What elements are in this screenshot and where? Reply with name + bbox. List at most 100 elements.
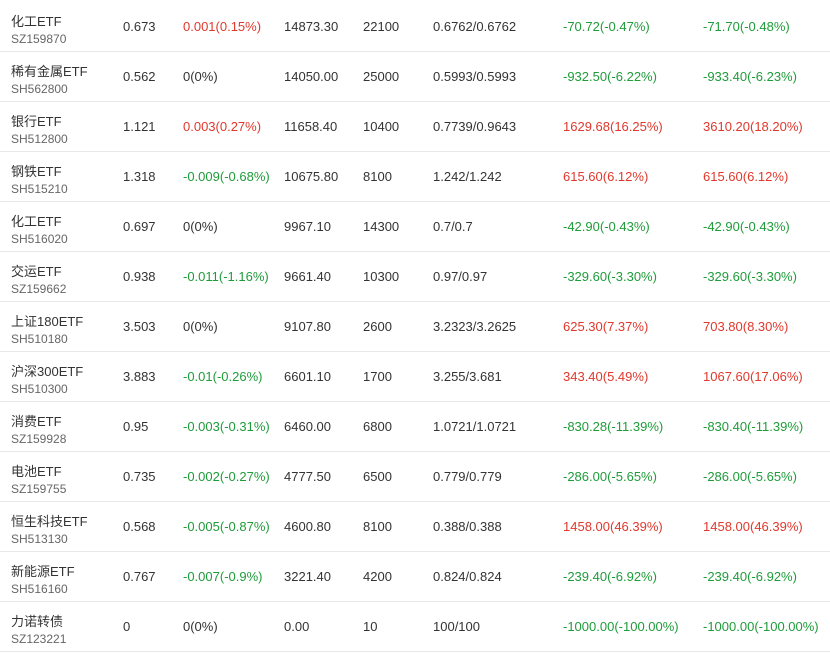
price-cell: 1.121 xyxy=(123,119,156,134)
table-row[interactable]: 钢铁ETF SH515210 1.318 -0.009(-0.68%) 10675.80… xyxy=(0,152,830,202)
table-row[interactable]: 恒生科技ETF SH513130 0.568 -0.005(-0.87%) 4600.8… xyxy=(0,502,830,552)
security-code: SH513130 xyxy=(11,532,68,546)
total-pnl-cell: -71.70(-0.48%) xyxy=(703,19,790,34)
position-pnl-cell: 1458.00(46.39%) xyxy=(563,519,663,534)
table-row[interactable]: 上证180ETF SH510180 3.503 0(0%) 9107.80 2600 3.2… xyxy=(0,302,830,352)
security-code: SH516160 xyxy=(11,582,68,596)
table-row[interactable]: 沪深300ETF SH510300 3.883 -0.01(-0.26%) 6601.1… xyxy=(0,352,830,402)
table-row[interactable]: 力诺转债 SZ123221 0 0(0%) 0.00 10 100/100 -1000.00(… xyxy=(0,602,830,652)
position-pnl-cell: -830.28(-11.39%) xyxy=(563,419,664,434)
cost-cell: 1.0721/1.0721 xyxy=(433,419,517,434)
security-name: 电池ETF xyxy=(11,464,62,479)
total-pnl-cell: -286.00(-5.65%) xyxy=(703,469,797,484)
security-code: SH515210 xyxy=(11,182,68,196)
security-code: SH510180 xyxy=(11,332,68,346)
table-row[interactable]: 稀有金属ETF SH562800 0.562 0(0%) 14050.00 25000 0.… xyxy=(0,52,830,102)
position-pnl-cell: -70.72(-0.47%) xyxy=(563,19,650,34)
price-cell: 0.938 xyxy=(123,269,156,284)
total-pnl-cell: -42.90(-0.43%) xyxy=(703,219,790,234)
quantity-cell: 6500 xyxy=(363,469,392,484)
table-row[interactable]: 新能源ETF SH516160 0.767 -0.007(-0.9%) 3221.40 4… xyxy=(0,552,830,602)
change-cell: -0.011(-1.16%) xyxy=(183,269,269,284)
position-pnl-cell: -932.50(-6.22%) xyxy=(563,69,657,84)
market-value-cell: 0.00 xyxy=(284,619,310,634)
position-pnl-cell: 1629.68(16.25%) xyxy=(563,119,663,134)
position-pnl-cell: -42.90(-0.43%) xyxy=(563,219,650,234)
security-code: SZ159928 xyxy=(11,432,67,446)
market-value-cell: 9967.10 xyxy=(284,219,331,234)
quantity-cell: 10 xyxy=(363,619,378,634)
cost-cell: 0.7/0.7 xyxy=(433,219,473,234)
change-cell: -0.003(-0.31%) xyxy=(183,419,270,434)
quantity-cell: 8100 xyxy=(363,169,392,184)
quantity-cell: 8100 xyxy=(363,519,392,534)
cost-cell: 0.97/0.97 xyxy=(433,269,488,284)
price-cell: 0 xyxy=(123,619,131,634)
security-code: SZ159870 xyxy=(11,32,67,46)
security-name: 上证180ETF xyxy=(11,314,84,329)
market-value-cell: 10675.80 xyxy=(284,169,339,184)
price-cell: 0.697 xyxy=(123,219,156,234)
quantity-cell: 22100 xyxy=(363,19,400,34)
market-value-cell: 4777.50 xyxy=(284,469,331,484)
price-cell: 3.883 xyxy=(123,369,156,384)
total-pnl-cell: 1458.00(46.39%) xyxy=(703,519,803,534)
price-cell: 0.568 xyxy=(123,519,156,534)
security-code: SH516020 xyxy=(11,232,68,246)
total-pnl-cell: -329.60(-3.30%) xyxy=(703,269,797,284)
security-name: 化工ETF xyxy=(11,214,62,229)
change-cell: 0(0%) xyxy=(183,619,218,634)
quantity-cell: 10400 xyxy=(363,119,400,134)
cost-cell: 0.779/0.779 xyxy=(433,469,502,484)
market-value-cell: 14050.00 xyxy=(284,69,339,84)
market-value-cell: 4600.80 xyxy=(284,519,331,534)
total-pnl-cell: 3610.20(18.20%) xyxy=(703,119,803,134)
table-row[interactable]: 化工ETF SZ159870 0.673 0.001(0.15%) 14873.30 22… xyxy=(0,0,830,52)
position-pnl-cell: 343.40(5.49%) xyxy=(563,369,649,384)
position-pnl-cell: -286.00(-5.65%) xyxy=(563,469,657,484)
cost-cell: 0.5993/0.5993 xyxy=(433,69,517,84)
total-pnl-cell: -830.40(-11.39%) xyxy=(703,419,804,434)
holdings-table: 化工ETF SZ159870 0.673 0.001(0.15%) 14873.30 22… xyxy=(0,0,830,652)
security-code: SZ159755 xyxy=(11,482,67,496)
market-value-cell: 9661.40 xyxy=(284,269,331,284)
quantity-cell: 25000 xyxy=(363,69,400,84)
cost-cell: 0.7739/0.9643 xyxy=(433,119,517,134)
price-cell: 0.767 xyxy=(123,569,156,584)
table-row[interactable]: 银行ETF SH512800 1.121 0.003(0.27%) 11658.40 10… xyxy=(0,102,830,152)
change-cell: -0.005(-0.87%) xyxy=(183,519,270,534)
cost-cell: 100/100 xyxy=(433,619,480,634)
change-cell: 0(0%) xyxy=(183,319,218,334)
security-code: SH512800 xyxy=(11,132,68,146)
change-cell: 0(0%) xyxy=(183,219,218,234)
table-row[interactable]: 交运ETF SZ159662 0.938 -0.011(-1.16%) 9661.40 1… xyxy=(0,252,830,302)
security-code: SH510300 xyxy=(11,382,68,396)
price-cell: 3.503 xyxy=(123,319,156,334)
security-code: SZ159662 xyxy=(11,282,67,296)
change-cell: 0.001(0.15%) xyxy=(183,19,262,34)
quantity-cell: 10300 xyxy=(363,269,400,284)
cost-cell: 1.242/1.242 xyxy=(433,169,502,184)
table-row[interactable]: 消费ETF SZ159928 0.95 -0.003(-0.31%) 6460.00 68… xyxy=(0,402,830,452)
price-cell: 0.735 xyxy=(123,469,156,484)
change-cell: 0(0%) xyxy=(183,69,218,84)
position-pnl-cell: 625.30(7.37%) xyxy=(563,319,649,334)
price-cell: 0.562 xyxy=(123,69,156,84)
total-pnl-cell: 1067.60(17.06%) xyxy=(703,369,803,384)
security-name: 钢铁ETF xyxy=(11,164,62,179)
cost-cell: 3.255/3.681 xyxy=(433,369,502,384)
table-row[interactable]: 化工ETF SH516020 0.697 0(0%) 9967.10 14300 0.7/0… xyxy=(0,202,830,252)
table-row[interactable]: 电池ETF SZ159755 0.735 -0.002(-0.27%) 4777.50 6… xyxy=(0,452,830,502)
total-pnl-cell: -933.40(-6.23%) xyxy=(703,69,797,84)
price-cell: 0.95 xyxy=(123,419,149,434)
security-name: 恒生科技ETF xyxy=(11,514,88,529)
cost-cell: 3.2323/3.2625 xyxy=(433,319,517,334)
position-pnl-cell: -239.40(-6.92%) xyxy=(563,569,657,584)
security-name: 消费ETF xyxy=(11,414,62,429)
position-pnl-cell: -1000.00(-100.00%) xyxy=(563,619,679,634)
market-value-cell: 3221.40 xyxy=(284,569,331,584)
total-pnl-cell: 703.80(8.30%) xyxy=(703,319,789,334)
total-pnl-cell: -239.40(-6.92%) xyxy=(703,569,797,584)
change-cell: -0.01(-0.26%) xyxy=(183,369,263,384)
market-value-cell: 14873.30 xyxy=(284,19,339,34)
